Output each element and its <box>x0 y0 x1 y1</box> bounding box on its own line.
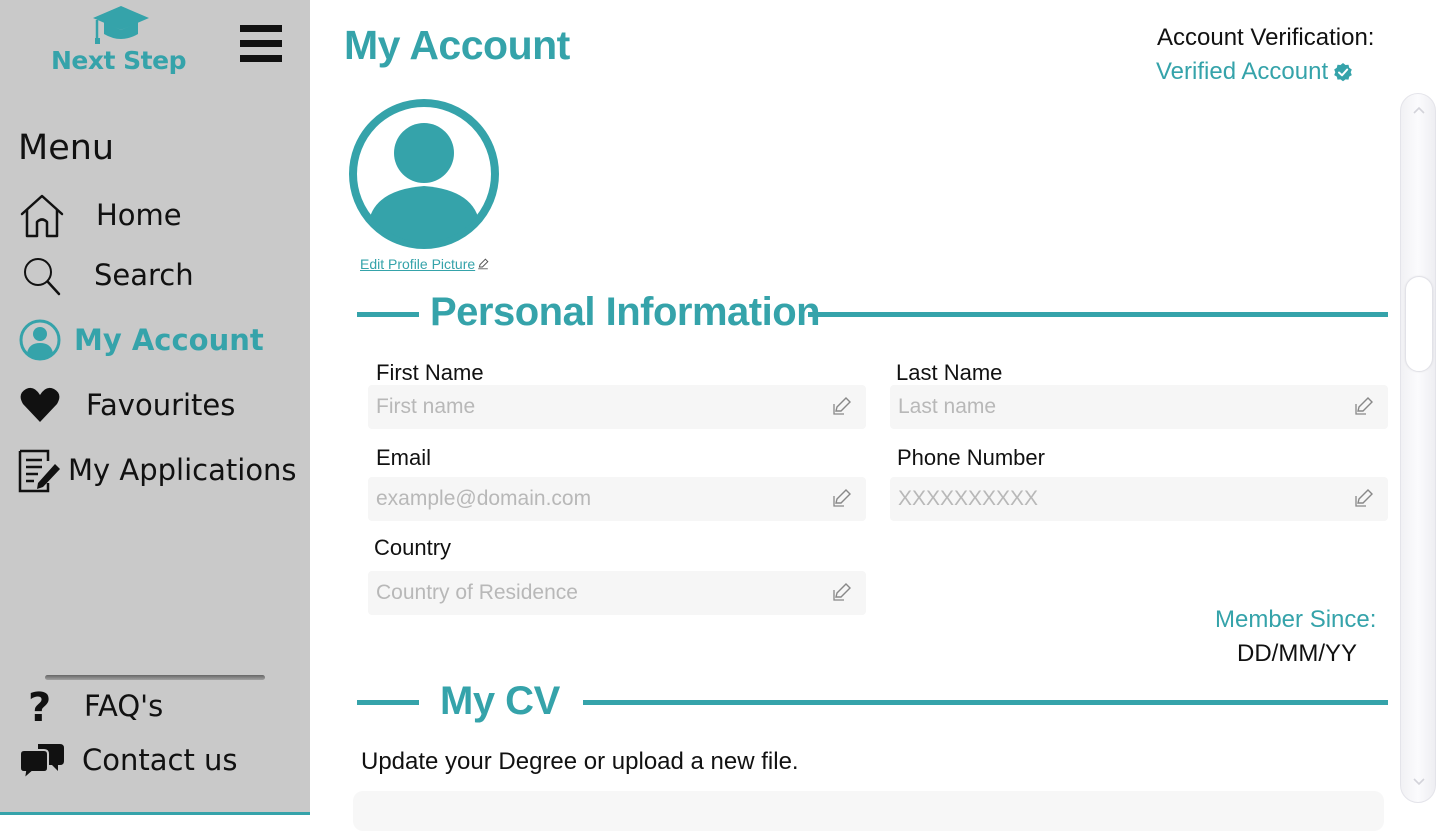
cv-description: Update your Degree or upload a new file. <box>361 748 799 775</box>
menu-title: Menu <box>18 128 115 168</box>
country-label: Country <box>374 535 452 560</box>
profile-picture[interactable] <box>348 98 500 250</box>
edit-pencil-icon[interactable] <box>832 396 852 416</box>
member-since-label: Member Since: <box>1215 606 1377 633</box>
last-name-input[interactable] <box>898 385 1336 429</box>
section-divider-left <box>357 700 419 705</box>
applications-icon <box>18 449 60 493</box>
country-input[interactable] <box>376 571 814 615</box>
member-since-value: DD/MM/YY <box>1237 640 1357 667</box>
cv-upload-area[interactable] <box>353 791 1384 831</box>
scroll-up-arrow-icon[interactable] <box>1411 104 1427 116</box>
email-label: Email <box>376 445 432 470</box>
sidebar-divider <box>45 675 265 680</box>
email-field-container <box>368 477 866 521</box>
verification-status-text: Verified Account <box>1156 58 1329 85</box>
sidebar-item-my-applications[interactable]: My Applications <box>18 445 297 495</box>
section-divider-right <box>808 312 1388 317</box>
user-avatar-icon <box>349 99 499 249</box>
section-divider-left <box>357 312 419 317</box>
email-input[interactable] <box>376 477 814 521</box>
edit-pencil-icon[interactable] <box>1354 488 1374 508</box>
sidebar: Next Step Menu Home Search My Account Fa… <box>0 0 310 815</box>
sidebar-item-my-account[interactable]: My Account <box>18 315 264 365</box>
page-title: My Account <box>344 22 570 68</box>
sidebar-item-label: My Applications <box>68 453 297 487</box>
sidebar-item-label: Search <box>94 258 194 292</box>
svg-text:?: ? <box>28 685 51 731</box>
verification-status: Verified Account <box>1156 58 1353 86</box>
scroll-down-arrow-icon[interactable] <box>1411 776 1427 788</box>
chat-icon <box>19 744 64 782</box>
logo-text: Next Step <box>51 46 186 75</box>
pencil-icon <box>478 258 489 270</box>
sidebar-item-favourites[interactable]: Favourites <box>18 380 235 430</box>
scrollbar-thumb[interactable] <box>1405 276 1433 372</box>
first-name-field-container <box>368 385 866 429</box>
edit-pencil-icon[interactable] <box>832 488 852 508</box>
home-icon <box>20 194 64 238</box>
sidebar-item-label: Home <box>96 198 182 232</box>
phone-number-field-container <box>890 477 1388 521</box>
first-name-input[interactable] <box>376 385 814 429</box>
edit-profile-picture-link[interactable]: Edit Profile Picture <box>360 256 489 272</box>
sidebar-item-label: Contact us <box>82 743 238 777</box>
sidebar-item-label: FAQ's <box>84 689 164 723</box>
edit-profile-picture-label: Edit Profile Picture <box>360 256 476 272</box>
heart-icon <box>20 387 60 422</box>
last-name-label: Last Name <box>896 360 1003 385</box>
country-field-container <box>368 571 866 615</box>
verification-label: Account Verification: <box>1157 24 1375 51</box>
hamburger-menu-button[interactable] <box>240 25 282 63</box>
sidebar-item-home[interactable]: Home <box>18 190 182 240</box>
sidebar-item-search[interactable]: Search <box>18 250 194 300</box>
first-name-label: First Name <box>376 360 484 385</box>
phone-number-input[interactable] <box>898 477 1336 521</box>
graduation-cap-icon <box>93 6 149 44</box>
section-divider-right <box>583 700 1388 705</box>
scrollbar[interactable] <box>1400 93 1436 803</box>
sidebar-item-label: Favourites <box>86 388 236 422</box>
phone-number-label: Phone Number <box>897 445 1045 470</box>
logo[interactable]: Next Step <box>48 4 198 79</box>
account-icon <box>19 319 61 361</box>
sidebar-item-faqs[interactable]: ? FAQ's <box>18 681 163 731</box>
search-icon <box>24 258 61 296</box>
personal-information-title: Personal Information <box>430 290 821 334</box>
verified-badge-icon <box>1334 63 1352 82</box>
edit-pencil-icon[interactable] <box>832 582 852 602</box>
question-icon: ? <box>28 685 51 731</box>
sidebar-item-contact-us[interactable]: Contact us <box>18 735 238 785</box>
edit-pencil-icon[interactable] <box>1354 396 1374 416</box>
sidebar-item-label: My Account <box>74 323 264 357</box>
my-cv-title: My CV <box>440 679 560 723</box>
last-name-field-container <box>890 385 1388 429</box>
